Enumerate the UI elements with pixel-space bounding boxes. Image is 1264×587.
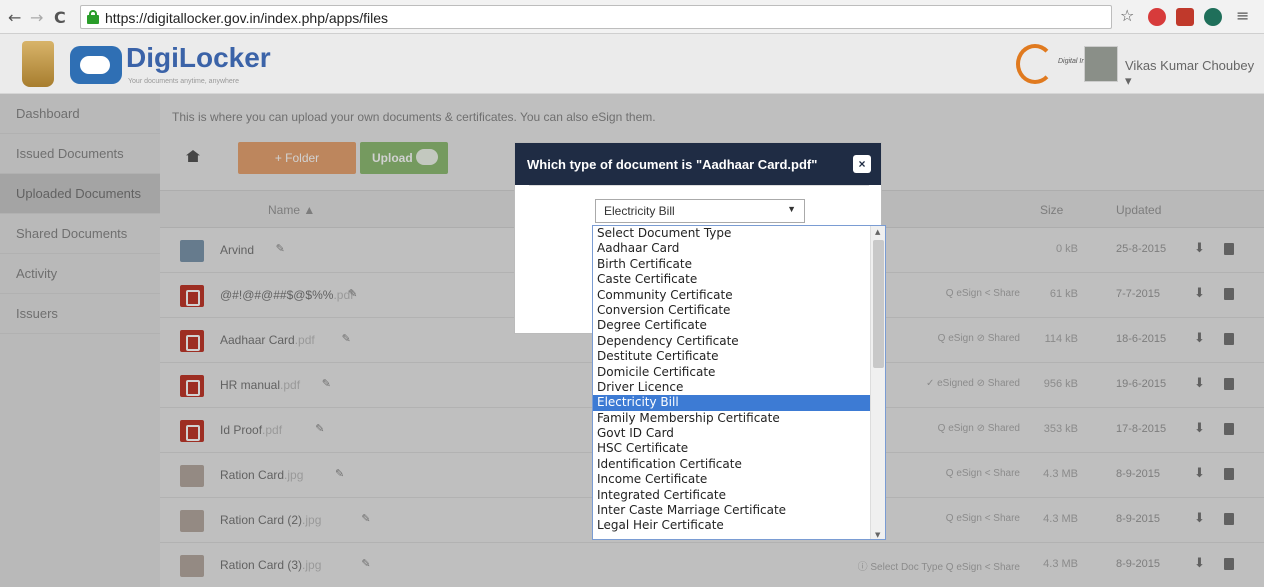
scroll-up-icon[interactable]: ▲ xyxy=(875,228,880,236)
dropdown-option[interactable]: Destitute Certificate xyxy=(593,349,885,364)
dropdown-option[interactable]: Legal Heir Certificate xyxy=(593,518,885,533)
scrollbar-thumb[interactable] xyxy=(873,240,884,368)
dropdown-option[interactable]: Electricity Bill xyxy=(593,395,885,411)
digilocker-logo-icon[interactable] xyxy=(70,46,122,84)
extension-icon[interactable] xyxy=(1204,8,1222,26)
dropdown-option[interactable]: HSC Certificate xyxy=(593,441,885,456)
dropdown-option[interactable]: Income Certificate xyxy=(593,472,885,487)
scroll-down-icon[interactable]: ▼ xyxy=(875,531,880,539)
modal-divider xyxy=(529,185,869,186)
dropdown-option[interactable]: Family Membership Certificate xyxy=(593,411,885,426)
bookmark-star-icon[interactable]: ☆ xyxy=(1120,6,1134,25)
doc-type-select[interactable]: Electricity Bill ▼ xyxy=(595,199,805,223)
doc-type-dropdown[interactable]: Select Document Type Aadhaar Card Birth Ce… xyxy=(592,225,886,540)
brand-title[interactable]: DigiLocker xyxy=(126,42,271,74)
dropdown-option[interactable]: Identification Certificate xyxy=(593,457,885,472)
app-header: DigiLocker Your documents anytime, anywh… xyxy=(0,34,1264,94)
url-text[interactable]: https://digitallocker.gov.in/index.php/a… xyxy=(105,10,388,26)
modal-header: Which type of document is "Aadhaar Card.… xyxy=(515,143,881,185)
dropdown-option[interactable]: Dependency Certificate xyxy=(593,334,885,349)
dropdown-option[interactable]: Inter Caste Marriage Certificate xyxy=(593,503,885,518)
address-bar[interactable]: https://digitallocker.gov.in/index.php/a… xyxy=(80,5,1112,29)
dropdown-option[interactable]: Degree Certificate xyxy=(593,318,885,333)
dropdown-option[interactable]: Community Certificate xyxy=(593,288,885,303)
dropdown-option[interactable]: Govt ID Card xyxy=(593,426,885,441)
scrollbar[interactable]: ▲ ▼ xyxy=(870,226,885,539)
dropdown-option[interactable]: Conversion Certificate xyxy=(593,303,885,318)
dropdown-option[interactable]: Aadhaar Card xyxy=(593,241,885,256)
modal-title: Which type of document is "Aadhaar Card.… xyxy=(527,157,818,172)
doc-type-selected: Electricity Bill xyxy=(604,204,675,218)
browser-toolbar: ← → C https://digitallocker.gov.in/index… xyxy=(0,0,1264,34)
dropdown-options: Select Document Type Aadhaar Card Birth Ce… xyxy=(593,226,885,534)
close-icon[interactable]: × xyxy=(853,155,871,173)
dropdown-option[interactable]: Domicile Certificate xyxy=(593,365,885,380)
back-icon[interactable]: ← xyxy=(8,8,21,27)
forward-icon[interactable]: → xyxy=(30,8,43,27)
chevron-down-icon: ▼ xyxy=(787,204,796,214)
lock-icon xyxy=(87,10,99,24)
user-menu[interactable]: Vikas Kumar Choubey ▾ xyxy=(1125,58,1264,89)
avatar[interactable] xyxy=(1084,46,1118,82)
national-emblem-icon xyxy=(22,41,54,87)
menu-icon[interactable]: ≡ xyxy=(1236,6,1249,25)
dropdown-option[interactable]: Birth Certificate xyxy=(593,257,885,272)
extension-icon[interactable] xyxy=(1148,8,1166,26)
reload-icon[interactable]: C xyxy=(54,8,66,27)
extension-icon[interactable] xyxy=(1176,8,1194,26)
dropdown-option[interactable]: Caste Certificate xyxy=(593,272,885,287)
digital-india-logo-icon xyxy=(1016,44,1054,84)
dropdown-option[interactable]: Driver Licence xyxy=(593,380,885,395)
dropdown-option[interactable]: Select Document Type xyxy=(593,226,885,241)
brand-tagline: Your documents anytime, anywhere xyxy=(128,78,240,85)
dropdown-option[interactable]: Integrated Certificate xyxy=(593,488,885,503)
